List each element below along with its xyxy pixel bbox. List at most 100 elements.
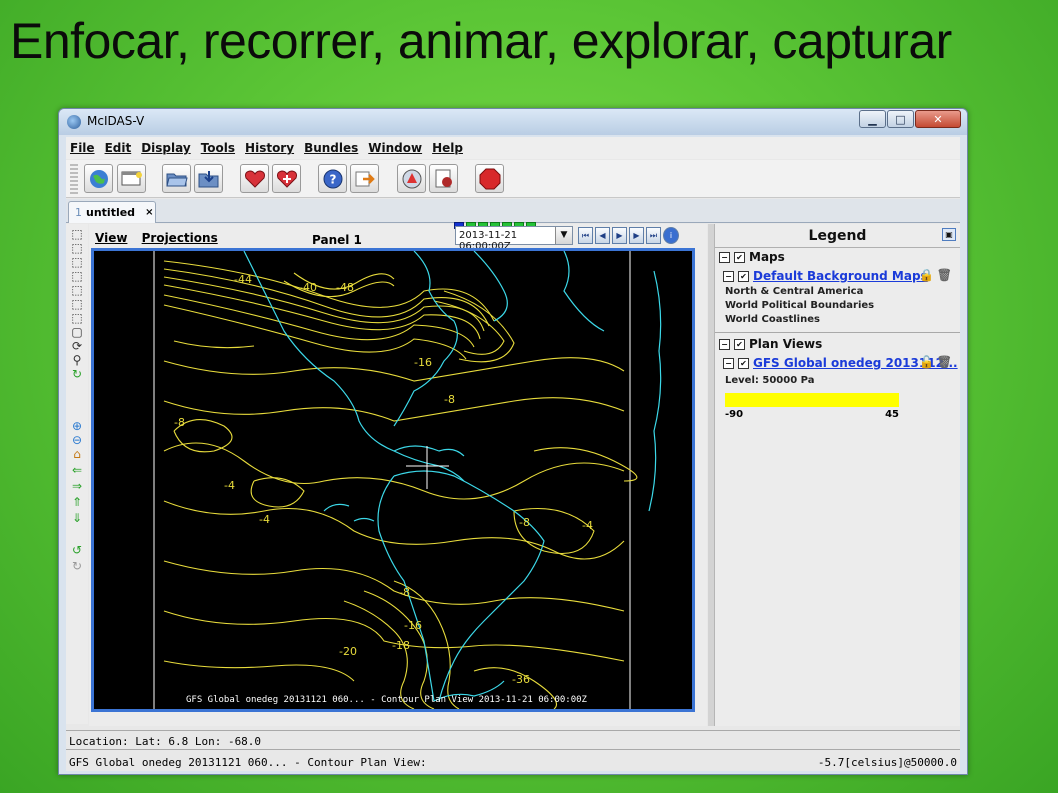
minimize-button[interactable]: ▁	[859, 110, 886, 128]
contour-label: -36	[512, 673, 530, 686]
chevron-down-icon[interactable]: ▼	[555, 227, 572, 244]
legend-layer-background-maps: − ✔ Default Background Maps 🔒 🗑	[715, 266, 960, 286]
location-readout: Location: Lat: 6.8 Lon: -68.0	[66, 730, 960, 750]
undo-icon[interactable]: ↺	[70, 544, 84, 556]
contour-label: -8	[399, 586, 410, 599]
view-3d-icon[interactable]: ⬚	[70, 228, 84, 240]
menu-tools[interactable]: Tools	[201, 141, 235, 155]
legend-settings-icon[interactable]: ▣	[942, 228, 956, 241]
view-north-icon[interactable]: ⬚	[70, 270, 84, 282]
zoom-in-icon[interactable]: ⊕	[70, 420, 84, 432]
contour-label: -16	[414, 356, 432, 369]
layer-link[interactable]: Default Background Maps	[753, 269, 928, 283]
checkbox-icon[interactable]: ✔	[734, 338, 745, 350]
contour-label: -18	[392, 639, 410, 652]
lock-icon[interactable]: 🔒	[919, 268, 934, 282]
contour-label: -4	[582, 519, 593, 532]
maximize-button[interactable]: □	[887, 110, 914, 128]
menu-edit[interactable]: Edit	[105, 141, 132, 155]
play-icon[interactable]: ▶	[612, 227, 627, 244]
view-east-icon[interactable]: ⬚	[70, 298, 84, 310]
time-select[interactable]: 2013-11-21 06:00:00Z ▼	[455, 226, 573, 252]
help-icon[interactable]: ?	[318, 164, 347, 193]
menubar: File Edit Display Tools History Bundles …	[66, 137, 960, 159]
tab-untitled[interactable]: 1 untitled ×	[68, 201, 156, 223]
menu-display[interactable]: Display	[141, 141, 190, 155]
menu-projections[interactable]: Projections	[142, 231, 218, 245]
rotate-icon[interactable]: ⟳	[70, 340, 84, 352]
checkbox-icon[interactable]: ✔	[734, 251, 745, 263]
map-item: World Coastlines	[725, 314, 820, 325]
collapse-icon[interactable]: −	[719, 251, 730, 263]
stop-icon[interactable]	[475, 164, 504, 193]
open-folder-icon[interactable]	[162, 164, 191, 193]
contour-label: -4	[259, 513, 270, 526]
menu-window[interactable]: Window	[368, 141, 422, 155]
map-canvas[interactable]: -44 -40 -48 -16 -8 -8 -4 -4 -8 -4 -8 -16…	[94, 251, 692, 709]
zoom-out-icon[interactable]: ⊖	[70, 434, 84, 446]
menu-help[interactable]: Help	[432, 141, 463, 155]
contour-label: -44	[234, 273, 252, 286]
menu-bundles[interactable]: Bundles	[304, 141, 358, 155]
info-icon[interactable]: i	[663, 227, 679, 244]
mcidas-app-icon	[67, 115, 81, 129]
map-caption: GFS Global onedeg 20131121 060... - Cont…	[186, 695, 587, 705]
collapse-icon[interactable]: −	[719, 338, 730, 350]
favorite-heart-edit-icon[interactable]	[272, 164, 301, 193]
step-forward-icon[interactable]: ▶	[629, 227, 644, 244]
home-icon[interactable]: ⌂	[70, 448, 84, 460]
legend-panel: Legend ▣ − ✔ Maps − ✔ Default Background…	[714, 224, 960, 726]
checkbox-icon[interactable]: ✔	[738, 270, 749, 282]
refresh-icon[interactable]: ↻	[70, 368, 84, 380]
menu-history[interactable]: History	[245, 141, 294, 155]
view-bottom-icon[interactable]: ⬚	[70, 256, 84, 268]
lock-icon[interactable]: 🔓	[919, 355, 934, 369]
view-south-icon[interactable]: ⬚	[70, 284, 84, 296]
trash-icon[interactable]: 🗑	[937, 268, 952, 282]
view-west-icon[interactable]: ⬚	[70, 312, 84, 324]
close-button[interactable]: ✕	[915, 110, 961, 128]
legend-group-maps: − ✔ Maps	[715, 248, 960, 266]
forward-icon[interactable]	[350, 164, 379, 193]
trash-icon[interactable]: 🗑	[937, 355, 952, 369]
reset-view-icon[interactable]: ⚲	[70, 354, 84, 366]
step-back-icon[interactable]: ◀	[595, 227, 610, 244]
group-label: Maps	[749, 250, 785, 264]
pan-down-icon[interactable]: ⇓	[70, 512, 84, 524]
globe-icon[interactable]	[84, 164, 113, 193]
probe-readout: GFS Global onedeg 20131121 060... - Cont…	[66, 753, 960, 771]
collapse-icon[interactable]: −	[723, 270, 734, 282]
view-top-icon[interactable]: ⬚	[70, 242, 84, 254]
pan-right-icon[interactable]: ⇒	[70, 480, 84, 492]
map-item: North & Central America	[725, 286, 864, 297]
legend-layer-gfs: − ✔ GFS Global onedeg 2013112... 🔓 🗑	[715, 353, 960, 373]
contour-label: -20	[339, 645, 357, 658]
layer-level: Level: 50000 Pa	[725, 375, 815, 386]
last-frame-icon[interactable]: ⏭	[646, 227, 661, 244]
contour-label: -8	[444, 393, 455, 406]
data-explorer-icon[interactable]	[397, 164, 426, 193]
tab-close-icon[interactable]: ×	[145, 207, 153, 218]
favorite-heart-icon[interactable]	[240, 164, 269, 193]
redo-icon[interactable]: ↻	[70, 560, 84, 572]
map-display[interactable]: -44 -40 -48 -16 -8 -8 -4 -4 -8 -4 -8 -16…	[91, 248, 695, 712]
checkbox-icon[interactable]: ✔	[738, 357, 749, 369]
first-frame-icon[interactable]: ⏮	[578, 227, 593, 244]
animation-controls: ⏮ ◀ ▶ ▶ ⏭ i	[578, 227, 681, 244]
pan-left-icon[interactable]: ⇐	[70, 464, 84, 476]
tab-label: untitled	[86, 206, 136, 219]
save-icon[interactable]	[194, 164, 223, 193]
window-icon[interactable]	[117, 164, 146, 193]
window-client: File Edit Display Tools History Bundles …	[66, 137, 960, 771]
color-bar[interactable]	[725, 393, 899, 407]
menu-view[interactable]: View	[95, 231, 127, 245]
menu-file[interactable]: File	[70, 141, 95, 155]
collapse-icon[interactable]: −	[723, 357, 734, 369]
view-box-icon[interactable]: ▢	[70, 326, 84, 338]
legend-group-plan-views: − ✔ Plan Views	[715, 335, 960, 353]
probe-layer: GFS Global onedeg 20131121 060... - Cont…	[69, 756, 427, 769]
toolbar-grip[interactable]	[70, 164, 78, 194]
layer-controls-icon[interactable]	[429, 164, 458, 193]
pan-up-icon[interactable]: ⇑	[70, 496, 84, 508]
window-titlebar[interactable]: McIDAS-V ▁ □ ✕	[59, 109, 967, 135]
